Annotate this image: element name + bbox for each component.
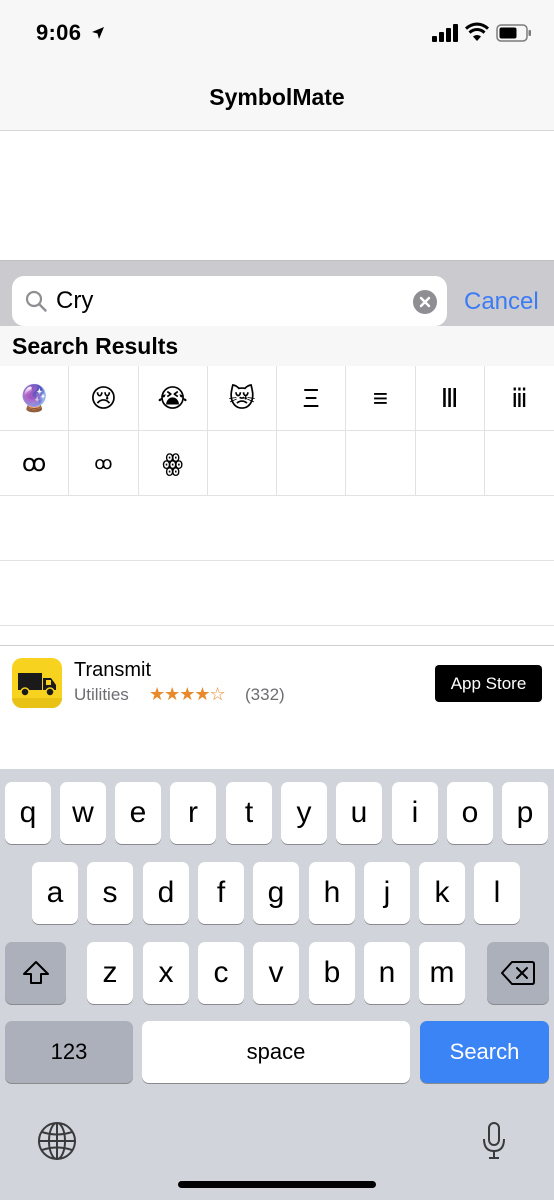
key-s[interactable]: s: [87, 862, 133, 924]
ad-banner[interactable]: Transmit Utilities ★★★★☆ (332) App Store: [0, 645, 554, 769]
delete-key[interactable]: [487, 942, 549, 1004]
key-e[interactable]: e: [115, 782, 161, 844]
search-field[interactable]: [12, 276, 447, 326]
key-n[interactable]: n: [364, 942, 410, 1004]
key-q[interactable]: q: [5, 782, 51, 844]
grid-row: 🔮 😢 😭 😿 Ξ ≡ Ⅲ ⅲ: [0, 366, 554, 431]
key-l[interactable]: l: [474, 862, 520, 924]
wifi-icon: [465, 22, 489, 41]
battery-icon: [496, 24, 531, 42]
key-y[interactable]: y: [281, 782, 327, 844]
symbol-cell[interactable]: ꙮ: [139, 431, 208, 495]
symbol-cell-empty: [485, 431, 554, 495]
symbol-cell[interactable]: Ⅲ: [416, 366, 485, 430]
grid-row: ꝏ ꝏ ꙮ: [0, 431, 554, 496]
globe-icon[interactable]: [37, 1121, 77, 1161]
shift-key[interactable]: [5, 942, 66, 1004]
cellular-signal-icon: [432, 24, 458, 42]
grid-row-empty: [0, 561, 554, 626]
key-p[interactable]: p: [502, 782, 548, 844]
symbol-cell-empty: [346, 431, 416, 495]
search-results-header: Search Results: [0, 326, 554, 366]
key-g[interactable]: g: [253, 862, 299, 924]
space-key[interactable]: space: [142, 1021, 410, 1083]
key-r[interactable]: r: [170, 782, 216, 844]
symbol-cell[interactable]: 😢: [69, 366, 139, 430]
search-results-title: Search Results: [12, 333, 179, 359]
key-d[interactable]: d: [143, 862, 189, 924]
search-key[interactable]: Search: [420, 1021, 549, 1083]
ad-category: Utilities: [74, 685, 129, 704]
grid-row-empty: [0, 496, 554, 561]
numbers-key[interactable]: 123: [5, 1021, 133, 1083]
truck-icon: [12, 658, 62, 708]
backspace-icon: [501, 961, 535, 985]
key-x[interactable]: x: [143, 942, 189, 1004]
symbol-cell-empty: [277, 431, 347, 495]
key-j[interactable]: j: [364, 862, 410, 924]
location-arrow-icon: [92, 27, 104, 39]
key-h[interactable]: h: [309, 862, 355, 924]
microphone-icon[interactable]: [481, 1121, 507, 1161]
symbol-grid: 🔮 😢 😭 😿 Ξ ≡ Ⅲ ⅲ ꝏ ꝏ ꙮ: [0, 366, 554, 626]
key-t[interactable]: t: [226, 782, 272, 844]
symbol-cell[interactable]: 😭: [139, 366, 208, 430]
symbol-cell-empty: [416, 431, 485, 495]
key-z[interactable]: z: [87, 942, 133, 1004]
key-o[interactable]: o: [447, 782, 493, 844]
symbol-cell[interactable]: ꝏ: [69, 431, 139, 495]
symbol-cell[interactable]: 🔮: [0, 366, 70, 430]
key-u[interactable]: u: [336, 782, 382, 844]
ad-rating-count: (332): [245, 685, 285, 704]
search-input[interactable]: [56, 284, 396, 318]
symbol-cell[interactable]: ≡: [346, 366, 416, 430]
key-f[interactable]: f: [198, 862, 244, 924]
status-time: 9:06: [36, 20, 82, 45]
key-a[interactable]: a: [32, 862, 78, 924]
key-i[interactable]: i: [392, 782, 438, 844]
search-icon: [25, 290, 47, 312]
symbol-cell[interactable]: Ξ: [277, 366, 347, 430]
search-bar: Cancel: [0, 260, 554, 326]
symbol-cell[interactable]: ⅲ: [485, 366, 554, 430]
symbol-cell[interactable]: ꝏ: [0, 431, 70, 495]
app-store-button[interactable]: App Store: [435, 665, 542, 702]
home-indicator[interactable]: [178, 1181, 376, 1188]
nav-title: SymbolMate: [209, 84, 345, 110]
clear-search-icon[interactable]: [413, 290, 437, 314]
shift-icon: [22, 961, 49, 984]
symbol-cell-empty: [208, 431, 277, 495]
key-c[interactable]: c: [198, 942, 244, 1004]
key-b[interactable]: b: [309, 942, 355, 1004]
cancel-button[interactable]: Cancel: [464, 288, 539, 316]
key-w[interactable]: w: [60, 782, 106, 844]
key-k[interactable]: k: [419, 862, 465, 924]
keyboard: q w e r t y u i o p a s d f g h j k l z …: [0, 769, 554, 1200]
symbol-cell[interactable]: 😿: [208, 366, 277, 430]
top-bar: 9:06 SymbolMate: [0, 0, 554, 131]
ad-rating-stars: ★★★★☆: [149, 684, 226, 704]
ad-title: Transmit: [74, 659, 152, 681]
key-v[interactable]: v: [253, 942, 299, 1004]
key-m[interactable]: m: [419, 942, 465, 1004]
